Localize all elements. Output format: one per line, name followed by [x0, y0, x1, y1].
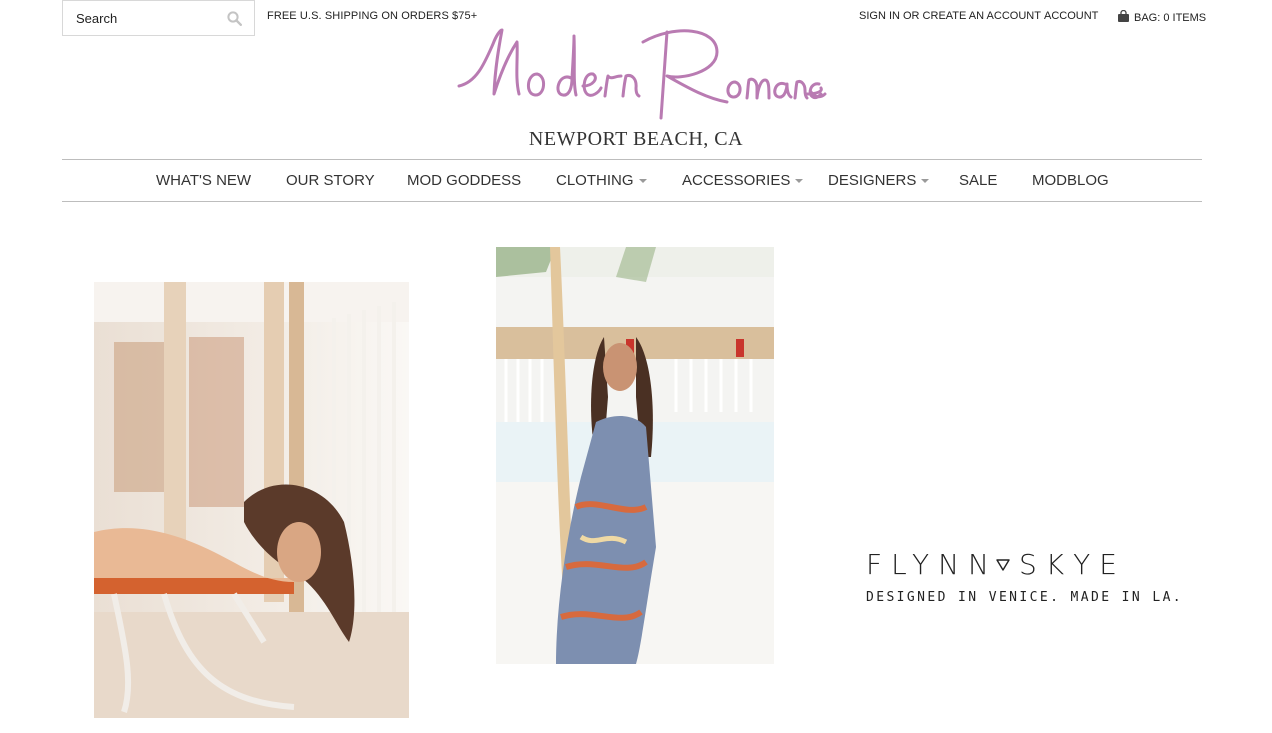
bag-link[interactable]: BAG: 0 ITEMS	[1117, 9, 1207, 25]
bag-icon	[1117, 9, 1130, 25]
nav-label: ACCESSORIES	[682, 172, 791, 189]
account-link[interactable]: ACCOUNT	[1044, 10, 1098, 22]
nav-item-designers[interactable]: DESIGNERS	[828, 172, 930, 189]
nav-item-mod-goddess[interactable]: MOD GODDESS	[407, 172, 521, 189]
brand-name-right: SKYE	[1018, 548, 1126, 581]
nav-label: MOD GODDESS	[407, 172, 522, 189]
logo-script-graphic	[457, 28, 827, 120]
bag-label: BAG: 0 ITEMS	[1134, 11, 1207, 24]
triangle-icon	[996, 558, 1019, 572]
brand-name-left: FLYNN	[866, 548, 998, 581]
signin-link[interactable]: SIGN IN OR CREATE AN ACCOUNT	[859, 10, 1041, 22]
shipping-promo: FREE U.S. SHIPPING ON ORDERS $75+	[267, 10, 478, 22]
featured-brand[interactable]: FLYNN SKYE DESIGNED IN VENICE. MADE IN L…	[866, 548, 1183, 605]
brand-tagline: DESIGNED IN VENICE. MADE IN LA.	[866, 590, 1184, 605]
chevron-down-icon	[795, 179, 804, 183]
nav-label: SALE	[959, 172, 998, 189]
lookbook-photo-lounge[interactable]	[94, 282, 409, 718]
chevron-down-icon	[921, 179, 930, 183]
chevron-down-icon	[638, 179, 647, 183]
nav-label: MODBLOG	[1032, 172, 1109, 189]
nav-item-accessories[interactable]: ACCESSORIES	[682, 172, 804, 189]
nav-item-our-story[interactable]: OUR STORY	[286, 172, 375, 189]
search-icon[interactable]	[227, 10, 242, 26]
nav-label: DESIGNERS	[828, 172, 917, 189]
search-input[interactable]: Search	[62, 0, 255, 36]
nav-label: WHAT'S NEW	[156, 172, 252, 189]
nav-label: OUR STORY	[286, 172, 375, 189]
nav-label: CLOTHING	[556, 172, 634, 189]
main-nav: WHAT'S NEW OUR STORY MOD GODDESS CLOTHIN…	[62, 159, 1202, 202]
brand-logo: FLYNN SKYE	[866, 548, 1183, 582]
nav-item-modblog[interactable]: MODBLOG	[1032, 172, 1109, 189]
nav-item-clothing[interactable]: CLOTHING	[556, 172, 647, 189]
store-location: NEWPORT BEACH, CA	[528, 128, 744, 150]
site-logo[interactable]	[455, 22, 827, 126]
nav-item-sale[interactable]: SALE	[959, 172, 997, 189]
lookbook-photo-pool[interactable]	[496, 247, 774, 664]
nav-item-whats-new[interactable]: WHAT'S NEW	[156, 172, 251, 189]
search-placeholder: Search	[76, 10, 118, 26]
